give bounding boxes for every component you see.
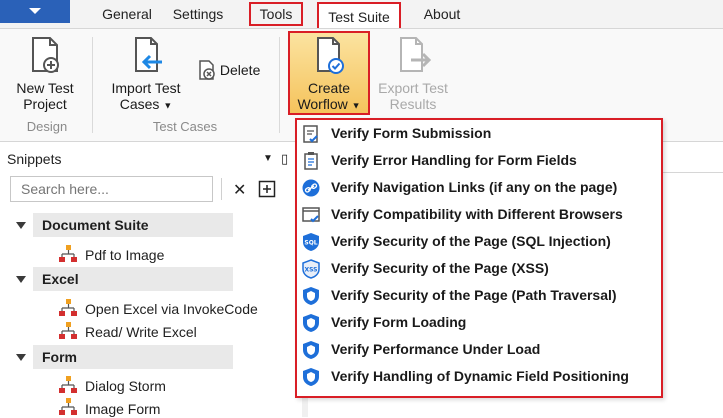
- workflow-node-icon: [59, 322, 77, 339]
- shield-icon: [303, 287, 319, 305]
- menu-item-verify-error-handling[interactable]: Verify Error Handling for Form Fields: [297, 147, 661, 174]
- panel-menu-icon[interactable]: ▼: [263, 147, 273, 171]
- tree-item-read-write-excel[interactable]: Read/ Write Excel: [85, 323, 197, 341]
- sql-shield-icon: SQL: [303, 233, 319, 251]
- create-workflow-label-line1: Create: [307, 80, 351, 96]
- menu-item-verify-dynamic-field-positioning[interactable]: Verify Handling of Dynamic Field Positio…: [297, 363, 661, 390]
- menu-item-label: Verify Security of the Page (SQL Injecti…: [331, 233, 611, 249]
- clipboard-list-icon: [304, 152, 318, 170]
- workflow-node-icon: [59, 299, 77, 316]
- delete-button[interactable]: Delete: [198, 59, 270, 81]
- tree-expand-icon[interactable]: [16, 222, 26, 229]
- expand-all-button[interactable]: [258, 180, 276, 203]
- menu-item-label: Verify Handling of Dynamic Field Positio…: [331, 368, 629, 384]
- chevron-down-icon: [29, 8, 41, 14]
- clear-search-icon[interactable]: ✕: [233, 180, 246, 200]
- browser-check-icon: [302, 207, 320, 223]
- tab-tools[interactable]: Tools: [249, 2, 303, 26]
- create-workflow-dropdown: Verify Form Submission Verify Error Hand…: [295, 118, 663, 398]
- menu-item-label: Verify Navigation Links (if any on the p…: [331, 179, 618, 195]
- menu-item-verify-path-traversal[interactable]: Verify Security of the Page (Path Traver…: [297, 282, 661, 309]
- import-test-cases-button[interactable]: Import Test Cases ▼: [102, 35, 190, 113]
- group-label-test-cases: Test Cases: [152, 119, 218, 134]
- snippets-panel-title: Snippets: [7, 151, 62, 167]
- new-document-icon: [32, 37, 59, 73]
- shield-icon: [303, 368, 319, 386]
- tree-item-open-excel[interactable]: Open Excel via InvokeCode: [85, 300, 258, 318]
- app-menu-button[interactable]: [0, 0, 70, 23]
- tree-item-dialog-storm[interactable]: Dialog Storm: [85, 377, 166, 395]
- pin-icon[interactable]: ▯: [281, 147, 288, 171]
- menu-item-verify-form-submission[interactable]: Verify Form Submission: [297, 120, 661, 147]
- import-test-cases-label-line2-wrap: Cases ▼: [102, 96, 190, 113]
- workflow-node-icon: [59, 245, 77, 262]
- tree-group-excel[interactable]: Excel: [33, 267, 233, 291]
- import-test-cases-label-line2: Cases: [119, 96, 160, 112]
- shield-icon: [303, 314, 319, 332]
- menu-item-label: Verify Error Handling for Form Fields: [331, 152, 577, 168]
- menu-item-label: Verify Compatibility with Different Brow…: [331, 206, 623, 222]
- tree-item-image-form[interactable]: Image Form: [85, 400, 160, 418]
- ribbon-separator: [279, 37, 280, 133]
- tab-about[interactable]: About: [414, 4, 470, 24]
- menu-item-verify-xss[interactable]: XSS Verify Security of the Page (XSS): [297, 255, 661, 282]
- tab-test-suite[interactable]: Test Suite: [317, 2, 401, 28]
- create-workflow-button[interactable]: Create Worflow ▼: [288, 31, 370, 115]
- menu-item-verify-navigation-links[interactable]: Verify Navigation Links (if any on the p…: [297, 174, 661, 201]
- tab-general[interactable]: General: [82, 4, 172, 24]
- svg-text:SQL: SQL: [304, 240, 317, 247]
- tree-group-document-suite[interactable]: Document Suite: [33, 213, 233, 237]
- menu-item-verify-sql-injection[interactable]: SQL Verify Security of the Page (SQL Inj…: [297, 228, 661, 255]
- workflow-node-icon: [59, 376, 77, 393]
- tree-item-pdf-to-image[interactable]: Pdf to Image: [85, 246, 164, 264]
- new-test-project-label-line1: New Test: [16, 80, 74, 96]
- create-workflow-label-line2: Worflow: [297, 96, 348, 112]
- ribbon-separator: [92, 37, 93, 133]
- export-test-results-label-line2: Results: [389, 96, 437, 112]
- menu-item-verify-form-loading[interactable]: Verify Form Loading: [297, 309, 661, 336]
- svg-text:XSS: XSS: [305, 267, 318, 274]
- create-workflow-content: Create Worflow ▼: [290, 35, 368, 113]
- snippets-search-input[interactable]: [10, 176, 213, 202]
- menu-item-label: Verify Security of the Page (Path Traver…: [331, 287, 617, 303]
- import-document-icon: [135, 37, 162, 72]
- export-test-results-button[interactable]: Export Test Results: [372, 35, 454, 112]
- chevron-down-icon: ▼: [163, 100, 173, 111]
- group-label-design: Design: [26, 119, 68, 134]
- menu-item-label: Verify Performance Under Load: [331, 341, 541, 357]
- tree-expand-icon[interactable]: [16, 354, 26, 361]
- menu-item-verify-compatibility[interactable]: Verify Compatibility with Different Brow…: [297, 201, 661, 228]
- new-test-project-label-line2: Project: [23, 96, 67, 112]
- export-document-icon: [400, 37, 432, 72]
- expand-all-icon: [258, 180, 276, 198]
- shield-icon: [303, 341, 319, 359]
- clipboard-check-icon: [303, 125, 318, 143]
- menu-item-label: Verify Form Submission: [331, 125, 492, 141]
- workflow-document-icon: [317, 37, 344, 74]
- snippets-panel-header: Snippets ▼ ▯: [0, 147, 300, 171]
- toolbar-separator: [221, 178, 222, 200]
- chevron-down-icon: ▼: [351, 100, 361, 111]
- import-test-cases-label-line1: Import Test: [111, 80, 181, 96]
- menu-item-verify-performance[interactable]: Verify Performance Under Load: [297, 336, 661, 363]
- tree-expand-icon[interactable]: [16, 276, 26, 283]
- delete-label: Delete: [219, 62, 261, 78]
- new-test-project-button[interactable]: New Test Project: [6, 35, 84, 112]
- create-workflow-label-line2-wrap: Worflow ▼: [290, 96, 368, 113]
- menu-item-label: Verify Form Loading: [331, 314, 467, 330]
- workflow-node-icon: [59, 398, 77, 415]
- tree-group-form[interactable]: Form: [33, 345, 233, 369]
- link-icon: [302, 179, 320, 197]
- xss-shield-icon: XSS: [302, 259, 320, 279]
- delete-document-icon: [199, 60, 215, 80]
- tab-settings[interactable]: Settings: [162, 4, 234, 24]
- menu-item-label: Verify Security of the Page (XSS): [331, 260, 549, 276]
- ribbon-tab-bar: General Settings Tools Test Suite About: [0, 0, 723, 29]
- export-test-results-label-line1: Export Test: [378, 80, 448, 96]
